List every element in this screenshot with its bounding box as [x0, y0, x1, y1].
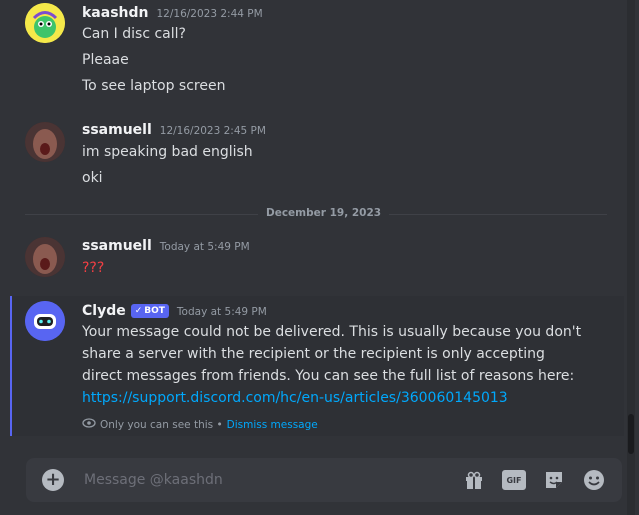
- date-divider-label: December 19, 2023: [258, 207, 390, 219]
- username[interactable]: ssamuell: [82, 238, 152, 254]
- clyde-message-body: Your message could not be delivered. Thi…: [82, 321, 582, 409]
- chat-area: kaashdn 12/16/2023 2:44 PM Can I disc ca…: [0, 0, 624, 440]
- message-text: oki: [82, 170, 103, 186]
- message-text: To see laptop screen: [82, 78, 226, 94]
- message-header: Clyde ✓ BOT Today at 5:49 PM: [82, 303, 267, 320]
- message-text: Can I disc call?: [82, 26, 186, 42]
- clyde-avatar[interactable]: [25, 301, 65, 341]
- message-text: im speaking bad english: [82, 144, 253, 160]
- support-link[interactable]: https://support.discord.com/hc/en-us/art…: [82, 390, 508, 406]
- gift-button[interactable]: [462, 468, 486, 492]
- message-composer: + GIF: [26, 458, 622, 502]
- timestamp: Today at 5:49 PM: [159, 241, 250, 253]
- gif-button[interactable]: GIF: [502, 468, 526, 492]
- avatar[interactable]: [25, 3, 65, 43]
- emoji-button[interactable]: [582, 468, 606, 492]
- bot-badge-label: BOT: [144, 306, 165, 316]
- dismiss-message-link[interactable]: Dismiss message: [227, 419, 318, 431]
- gif-icon: GIF: [502, 470, 526, 490]
- scrollbar-thumb[interactable]: [628, 414, 634, 454]
- timestamp: 12/16/2023 2:45 PM: [159, 125, 266, 137]
- eye-icon: [82, 416, 96, 433]
- username[interactable]: ssamuell: [82, 122, 152, 138]
- message-header: kaashdn 12/16/2023 2:44 PM: [82, 5, 263, 21]
- sticker-button[interactable]: [542, 468, 566, 492]
- message-input[interactable]: [82, 471, 462, 489]
- message-text: Your message could not be delivered. Thi…: [82, 324, 582, 384]
- bot-badge: ✓ BOT: [130, 304, 169, 318]
- message-text: Pleaae: [82, 52, 129, 68]
- message-header: ssamuell Today at 5:49 PM: [82, 238, 250, 254]
- avatar[interactable]: [25, 237, 65, 277]
- ephemeral-note: Only you can see this •: [100, 418, 223, 431]
- timestamp: 12/16/2023 2:44 PM: [156, 8, 263, 20]
- username[interactable]: kaashdn: [82, 5, 149, 21]
- timestamp: Today at 5:49 PM: [176, 306, 267, 318]
- username[interactable]: Clyde: [82, 303, 126, 319]
- add-attachment-button[interactable]: +: [42, 469, 64, 491]
- emoji-icon: [584, 470, 604, 490]
- gift-icon: [466, 471, 482, 489]
- plus-icon: +: [45, 469, 61, 490]
- message-text: ???: [82, 260, 105, 276]
- sticker-icon: [546, 472, 562, 488]
- checkmark-icon: ✓: [134, 306, 143, 316]
- message-header: ssamuell 12/16/2023 2:45 PM: [82, 122, 266, 138]
- ephemeral-notice: Only you can see this • Dismiss message: [82, 416, 318, 433]
- avatar[interactable]: [25, 122, 65, 162]
